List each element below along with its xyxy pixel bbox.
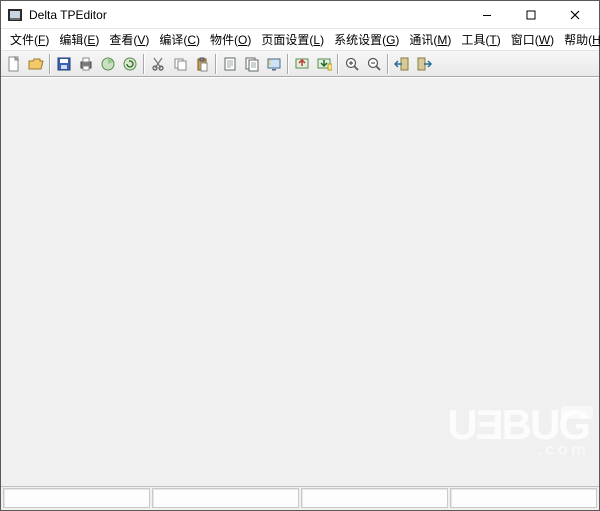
toolbar-separator [337,54,339,74]
open-button[interactable] [25,53,47,75]
menubar: 文件(F)编辑(E)查看(V)编译(C)物件(O)页面设置(L)系统设置(G)通… [1,29,599,51]
status-pane-0 [3,488,150,508]
refresh-icon [122,56,138,72]
menu-e[interactable]: 编辑(E) [54,30,104,50]
download-button[interactable] [313,53,335,75]
toolbar-separator [387,54,389,74]
exit-right-icon [416,56,432,72]
save-button[interactable] [53,53,75,75]
zoom-out-icon [366,56,382,72]
statusbar [1,486,599,510]
app-icon [7,7,23,23]
status-pane-1 [152,488,299,508]
menu-h[interactable]: 帮助(H) [559,30,600,50]
upload-button[interactable] [291,53,313,75]
page-icon [222,56,238,72]
menu-c[interactable]: 编译(C) [154,30,205,50]
menu-g[interactable]: 系统设置(G) [329,30,404,50]
toolbar-separator [287,54,289,74]
screen-button[interactable] [263,53,285,75]
app-window: Delta TPEditor 文件(F)编辑(E)查看(V)编译(C)物件(O)… [0,0,600,511]
menu-w[interactable]: 窗口(W) [506,30,559,50]
page-button[interactable] [219,53,241,75]
download-icon [316,56,332,72]
upload-icon [294,56,310,72]
titlebar: Delta TPEditor [1,1,599,29]
zoom-in-icon [344,56,360,72]
chart-icon [100,56,116,72]
print-icon [78,56,94,72]
paste-button[interactable] [191,53,213,75]
menu-t[interactable]: 工具(T) [456,30,505,50]
exit-left-button[interactable] [391,53,413,75]
exit-right-button[interactable] [413,53,435,75]
copy-button[interactable] [169,53,191,75]
workspace: 下载站 UƎBUG .com [1,77,599,486]
zoom-in-button[interactable] [341,53,363,75]
open-icon [28,56,44,72]
toolbar-separator [49,54,51,74]
status-pane-3 [450,488,597,508]
print-button[interactable] [75,53,97,75]
toolbar-separator [143,54,145,74]
save-icon [56,56,72,72]
page-all-button[interactable] [241,53,263,75]
menu-o[interactable]: 物件(O) [205,30,256,50]
menu-l[interactable]: 页面设置(L) [256,30,329,50]
menu-m[interactable]: 通讯(M) [404,30,456,50]
copy-icon [172,56,188,72]
status-pane-2 [301,488,448,508]
cut-icon [150,56,166,72]
watermark: 下载站 UƎBUG .com [447,404,589,460]
screen-icon [266,56,282,72]
chart-button[interactable] [97,53,119,75]
close-button[interactable] [553,2,597,28]
minimize-button[interactable] [465,2,509,28]
toolbar-separator [215,54,217,74]
menu-f[interactable]: 文件(F) [5,30,54,50]
refresh-button[interactable] [119,53,141,75]
page-all-icon [244,56,260,72]
cut-button[interactable] [147,53,169,75]
exit-left-icon [394,56,410,72]
toolbar [1,51,599,77]
app-title: Delta TPEditor [29,8,107,22]
zoom-out-button[interactable] [363,53,385,75]
new-button[interactable] [3,53,25,75]
paste-icon [194,56,210,72]
menu-v[interactable]: 查看(V) [104,30,154,50]
maximize-button[interactable] [509,2,553,28]
new-icon [6,56,22,72]
